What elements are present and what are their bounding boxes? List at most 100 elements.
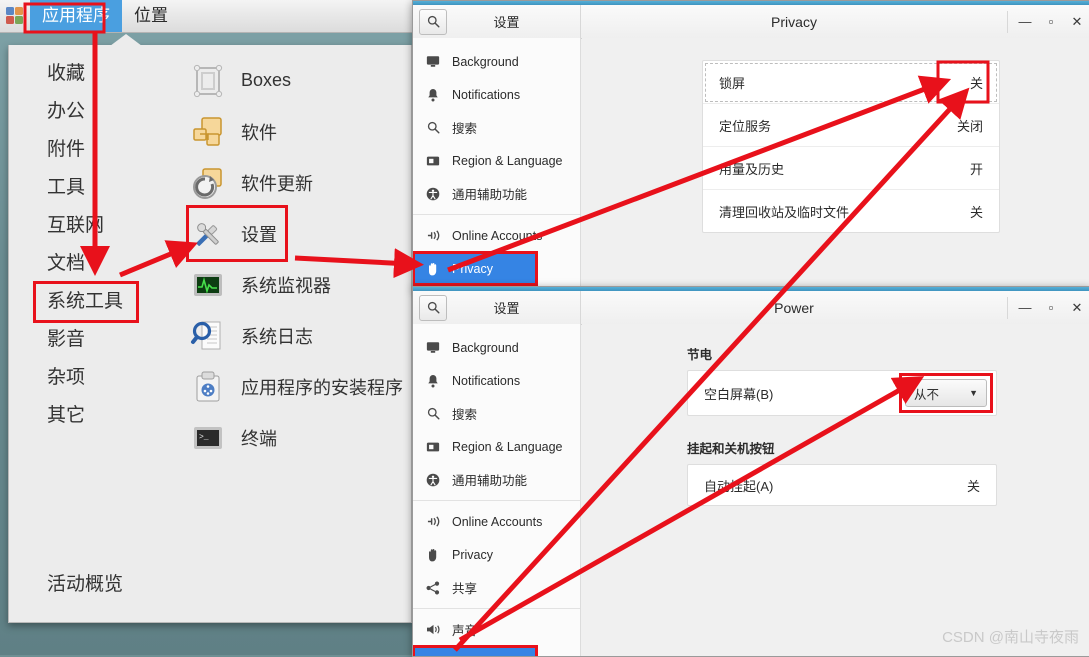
power-titlebar-right: Power — ▫ ✕ <box>581 291 1089 324</box>
menu-category-other[interactable]: 其它 <box>9 397 164 435</box>
sidebar-item-online-accounts[interactable]: Online Accounts <box>413 219 580 252</box>
sidebar-item-notifications[interactable]: Notifications <box>413 364 580 397</box>
sidebar-item-sound[interactable]: 声音 <box>413 613 580 646</box>
sidebar-item-background[interactable]: Background <box>413 45 580 78</box>
power-sidebar: Background Notifications 搜索 Region & Lan… <box>413 324 581 656</box>
menu-category-accessories[interactable]: 附件 <box>9 131 164 169</box>
privacy-titlebar-left: 设置 <box>413 5 581 38</box>
menu-app-label: 设置 <box>241 224 277 245</box>
privacy-row-location-services[interactable]: 定位服务 关闭 <box>703 104 999 147</box>
sidebar-item-privacy[interactable]: Privacy <box>413 538 580 571</box>
terminal-icon: >_ <box>189 419 227 457</box>
system-monitor-icon <box>189 266 227 304</box>
row-value: 关 <box>969 204 983 220</box>
blank-screen-select[interactable]: 从不 ▼ <box>905 379 987 407</box>
power-titlebar: 设置 Power — ▫ ✕ <box>413 291 1089 325</box>
software-update-icon <box>189 164 227 202</box>
minimize-button[interactable]: — <box>1012 297 1038 319</box>
privacy-window-title: Privacy <box>771 13 817 30</box>
background-icon <box>423 54 443 70</box>
menu-category-misc[interactable]: 杂项 <box>9 359 164 397</box>
menu-app-system-log[interactable]: 系统日志 <box>189 310 411 361</box>
menu-app-boxes[interactable]: Boxes <box>189 55 411 106</box>
blank-screen-combo-wrap: 从不 ▼ <box>899 373 993 413</box>
sidebar-item-region-language[interactable]: Region & Language <box>413 144 580 177</box>
sidebar-item-search[interactable]: 搜索 <box>413 111 580 144</box>
row-value: 关闭 <box>956 118 983 134</box>
sidebar-item-accessibility[interactable]: 通用辅助功能 <box>413 463 580 496</box>
online-accounts-icon <box>423 514 443 530</box>
sidebar-item-accessibility[interactable]: 通用辅助功能 <box>413 177 580 210</box>
privacy-row-usage-history[interactable]: 用量及历史 开 <box>703 147 999 190</box>
fedora-logo-icon[interactable] <box>4 5 26 27</box>
menu-category-system-tools[interactable]: 系统工具 <box>33 281 139 323</box>
menu-app-settings[interactable]: 设置 <box>186 205 288 262</box>
menu-app-package-installer[interactable]: 应用程序的安装程序 <box>189 361 411 412</box>
sidebar-separator <box>413 608 580 609</box>
sidebar-item-search[interactable]: 搜索 <box>413 397 580 430</box>
sidebar-item-label: 搜索 <box>452 408 478 422</box>
menu-app-software-update[interactable]: 软件更新 <box>189 157 411 208</box>
menu-app-system-monitor[interactable]: 系统监视器 <box>189 259 411 310</box>
close-button[interactable]: ✕ <box>1064 11 1089 33</box>
power-app-name: 设置 <box>493 301 520 316</box>
region-language-icon <box>423 153 443 169</box>
online-accounts-icon <box>423 228 443 244</box>
menu-application-list: Boxes 软件 软件更新 设置 系统监视器 系统日志 应用程序的安装程序 >_… <box>186 55 411 463</box>
search-icon <box>423 120 443 136</box>
hand-privacy-icon <box>423 547 443 563</box>
blank-screen-value: 从不 <box>914 387 940 402</box>
panel-menu-applications[interactable]: 应用程序 <box>30 0 122 32</box>
suspend-section-label: 挂起和关机按钮 <box>687 442 775 456</box>
power-window-title: Power <box>774 299 814 316</box>
sidebar-item-label: Power <box>452 656 487 657</box>
row-value: 关 <box>969 75 983 91</box>
maximize-button[interactable]: ▫ <box>1038 11 1064 33</box>
close-button[interactable]: ✕ <box>1064 297 1089 319</box>
privacy-window-controls: — ▫ ✕ <box>1007 10 1089 33</box>
sidebar-item-label: Notifications <box>452 373 521 388</box>
power-titlebar-left: 设置 <box>413 291 581 324</box>
sidebar-item-label: Privacy <box>452 547 493 562</box>
maximize-button[interactable]: ▫ <box>1038 297 1064 319</box>
sidebar-item-label: Background <box>452 54 519 69</box>
menu-app-software[interactable]: 软件 <box>189 106 411 157</box>
gnome-top-panel: 应用程序 位置 <box>0 0 412 33</box>
software-icon <box>189 113 227 151</box>
menu-category-tools[interactable]: 工具 <box>9 169 164 207</box>
menu-app-label: 终端 <box>241 428 277 449</box>
panel-menu-places[interactable]: 位置 <box>122 0 180 32</box>
menu-category-favorites[interactable]: 收藏 <box>9 55 164 93</box>
sidebar-item-label: 声音 <box>452 624 478 638</box>
sidebar-item-notifications[interactable]: Notifications <box>413 78 580 111</box>
power-row-blank-screen[interactable]: 空白屏幕(B) 从不 ▼ <box>687 370 997 416</box>
sidebar-item-label: Online Accounts <box>452 514 543 529</box>
sidebar-item-label: Notifications <box>452 87 521 102</box>
sidebar-item-sharing[interactable]: 共享 <box>413 571 580 604</box>
menu-category-multimedia[interactable]: 影音 <box>9 321 164 359</box>
sidebar-item-background[interactable]: Background <box>413 331 580 364</box>
menu-category-internet[interactable]: 互联网 <box>9 207 164 245</box>
sidebar-item-online-accounts[interactable]: Online Accounts <box>413 505 580 538</box>
minimize-button[interactable]: — <box>1012 11 1038 33</box>
sidebar-item-label: Background <box>452 340 519 355</box>
privacy-sidebar: Background Notifications 搜索 Region & Lan… <box>413 38 581 289</box>
menu-category-office[interactable]: 办公 <box>9 93 164 131</box>
menu-app-label: 系统监视器 <box>241 275 331 296</box>
privacy-content: 锁屏 关 定位服务 关闭 用量及历史 开 清理回收站及临时文件 关 <box>582 38 1089 289</box>
menu-app-terminal[interactable]: >_ 终端 <box>189 412 411 463</box>
activities-overview-label[interactable]: 活动概览 <box>47 569 123 596</box>
menu-category-documents[interactable]: 文档 <box>9 245 164 283</box>
power-row-automatic-suspend[interactable]: 自动挂起(A) 关 <box>687 464 997 506</box>
search-icon[interactable] <box>419 294 447 321</box>
sidebar-item-region-language[interactable]: Region & Language <box>413 430 580 463</box>
region-language-icon <box>423 439 443 455</box>
search-icon[interactable] <box>419 8 447 35</box>
privacy-row-lock-screen[interactable]: 锁屏 关 <box>703 61 999 104</box>
boxes-icon <box>189 62 227 100</box>
system-log-icon <box>189 317 227 355</box>
menu-category-list: 收藏 办公 附件 工具 互联网 文档 系统工具 影音 杂项 其它 <box>9 55 164 435</box>
sidebar-item-label: Region & Language <box>452 439 563 454</box>
privacy-row-purge-trash-temp[interactable]: 清理回收站及临时文件 关 <box>703 190 999 232</box>
sidebar-item-privacy[interactable]: Privacy <box>413 251 538 286</box>
